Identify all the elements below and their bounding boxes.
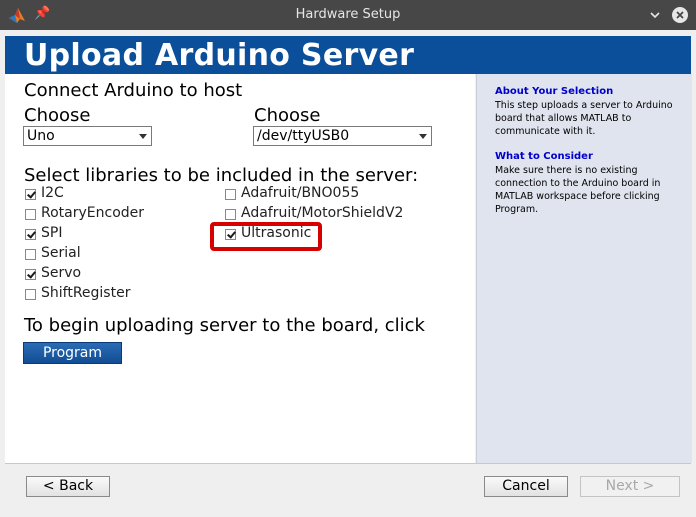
checkbox-label-rotaryencoder[interactable]: RotaryEncoder (41, 205, 144, 221)
window-title: Hardware Setup (295, 7, 401, 22)
checkbox-adafruit-motorshieldv2[interactable] (225, 209, 236, 220)
port-select-value: /dev/ttyUSB0 (257, 128, 350, 144)
about-selection-heading: About Your Selection (495, 86, 614, 97)
checkbox-label-shiftregister[interactable]: ShiftRegister (41, 285, 130, 301)
about-selection-text: This step uploads a server to Arduino bo… (495, 100, 673, 137)
board-choose-label: Choose (24, 105, 91, 126)
connect-heading: Connect Arduino to host (24, 80, 243, 101)
chevron-down-icon (419, 134, 427, 139)
checkbox-adafruit-bno055[interactable] (225, 189, 236, 200)
minimize-icon[interactable] (646, 6, 664, 24)
what-to-consider-text: Make sure there is no existing connectio… (495, 165, 661, 215)
board-select[interactable]: Uno (23, 126, 152, 146)
checkbox-shiftregister[interactable] (25, 289, 36, 300)
banner: Upload Arduino Server (5, 36, 691, 74)
highlight-box (210, 222, 322, 251)
info-panel: About Your Selection This step uploads a… (476, 74, 692, 463)
checkbox-rotaryencoder[interactable] (25, 209, 36, 220)
next-button[interactable]: Next > (580, 476, 680, 497)
checkbox-label-adafruit-bno055[interactable]: Adafruit/BNO055 (241, 185, 359, 201)
upload-instruction: To begin uploading server to the board, … (24, 315, 425, 336)
title-bar: 📌 Hardware Setup (0, 0, 696, 30)
checkbox-spi[interactable] (25, 229, 36, 240)
checkbox-label-adafruit-motorshieldv2[interactable]: Adafruit/MotorShieldV2 (241, 205, 403, 221)
libraries-heading: Select libraries to be included in the s… (24, 165, 419, 186)
checkbox-i2c[interactable] (25, 189, 36, 200)
page-title: Upload Arduino Server (24, 38, 415, 73)
cancel-button[interactable]: Cancel (484, 476, 568, 497)
port-choose-label: Choose (254, 105, 321, 126)
back-button[interactable]: < Back (26, 476, 110, 497)
port-select[interactable]: /dev/ttyUSB0 (253, 126, 432, 146)
checkbox-serial[interactable] (25, 249, 36, 260)
checkbox-servo[interactable] (25, 269, 36, 280)
what-to-consider-heading: What to Consider (495, 151, 593, 162)
board-select-value: Uno (27, 128, 55, 144)
close-icon[interactable] (671, 6, 689, 24)
checkbox-label-serial[interactable]: Serial (41, 245, 81, 261)
checkbox-label-spi[interactable]: SPI (41, 225, 62, 241)
program-button[interactable]: Program (23, 342, 122, 364)
checkbox-label-i2c[interactable]: I2C (41, 185, 64, 201)
chevron-down-icon (139, 134, 147, 139)
checkbox-label-servo[interactable]: Servo (41, 265, 81, 281)
